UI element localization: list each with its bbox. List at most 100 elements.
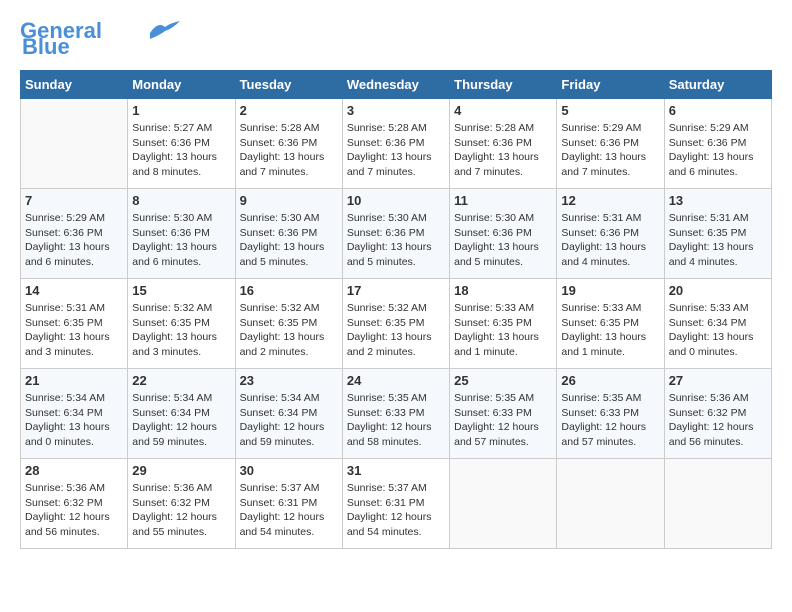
calendar-week-row: 14Sunrise: 5:31 AM Sunset: 6:35 PM Dayli… [21,279,772,369]
day-number: 7 [25,193,123,208]
day-info: Sunrise: 5:35 AM Sunset: 6:33 PM Dayligh… [347,391,445,450]
calendar-cell: 17Sunrise: 5:32 AM Sunset: 6:35 PM Dayli… [342,279,449,369]
calendar-cell: 11 Sunrise: 5:30 AM Sunset: 6:36 PM Dayli… [450,189,557,279]
calendar-cell: 9 Sunrise: 5:30 AM Sunset: 6:36 PM Daylig… [235,189,342,279]
day-info: Sunrise: 5:30 AM Sunset: 6:36 PM Dayligh… [454,211,552,270]
calendar-cell: 21 Sunrise: 5:34 AM Sunset: 6:34 PM Dayli… [21,369,128,459]
calendar-cell: 22 Sunrise: 5:34 AM Sunset: 6:34 PM Dayli… [128,369,235,459]
calendar-cell [557,459,664,549]
day-number: 13 [669,193,767,208]
day-number: 25 [454,373,552,388]
calendar-cell: 16 Sunrise: 5:32 AM Sunset: 6:35 PM Dayli… [235,279,342,369]
calendar-cell: 12 Sunrise: 5:31 AM Sunset: 6:36 PM Dayli… [557,189,664,279]
calendar-week-row: 21 Sunrise: 5:34 AM Sunset: 6:34 PM Dayli… [21,369,772,459]
day-info: Sunrise: 5:35 AM Sunset: 6:33 PM Dayligh… [454,391,552,450]
weekday-header-saturday: Saturday [664,71,771,99]
weekday-header-thursday: Thursday [450,71,557,99]
day-info: Sunrise: 5:28 AM Sunset: 6:36 PM Dayligh… [347,121,445,180]
weekday-header-row: SundayMondayTuesdayWednesdayThursdayFrid… [21,71,772,99]
day-info: Sunrise: 5:29 AM Sunset: 6:36 PM Dayligh… [561,121,659,180]
calendar-week-row: 28 Sunrise: 5:36 AM Sunset: 6:32 PM Dayli… [21,459,772,549]
calendar-cell: 20 Sunrise: 5:33 AM Sunset: 6:34 PM Dayli… [664,279,771,369]
calendar-cell: 14Sunrise: 5:31 AM Sunset: 6:35 PM Dayli… [21,279,128,369]
logo: General Blue [20,20,180,60]
calendar-cell: 10 Sunrise: 5:30 AM Sunset: 6:36 PM Dayli… [342,189,449,279]
day-number: 3 [347,103,445,118]
day-number: 24 [347,373,445,388]
calendar-week-row: 1 Sunrise: 5:27 AM Sunset: 6:36 PM Daylig… [21,99,772,189]
calendar-cell: 28 Sunrise: 5:36 AM Sunset: 6:32 PM Dayli… [21,459,128,549]
day-number: 5 [561,103,659,118]
day-number: 29 [132,463,230,478]
day-number: 28 [25,463,123,478]
day-number: 2 [240,103,338,118]
day-number: 8 [132,193,230,208]
day-info: Sunrise: 5:30 AM Sunset: 6:36 PM Dayligh… [132,211,230,270]
weekday-header-tuesday: Tuesday [235,71,342,99]
day-info: Sunrise: 5:36 AM Sunset: 6:32 PM Dayligh… [669,391,767,450]
day-info: Sunrise: 5:29 AM Sunset: 6:36 PM Dayligh… [25,211,123,270]
day-info: Sunrise: 5:36 AM Sunset: 6:32 PM Dayligh… [132,481,230,540]
day-info: Sunrise: 5:27 AM Sunset: 6:36 PM Dayligh… [132,121,230,180]
calendar-cell: 26 Sunrise: 5:35 AM Sunset: 6:33 PM Dayli… [557,369,664,459]
day-number: 11 [454,193,552,208]
day-info: Sunrise: 5:28 AM Sunset: 6:36 PM Dayligh… [454,121,552,180]
day-info: Sunrise: 5:30 AM Sunset: 6:36 PM Dayligh… [347,211,445,270]
day-number: 15 [132,283,230,298]
day-info: Sunrise: 5:31 AM Sunset: 6:36 PM Dayligh… [561,211,659,270]
day-info: Sunrise: 5:34 AM Sunset: 6:34 PM Dayligh… [132,391,230,450]
calendar-week-row: 7 Sunrise: 5:29 AM Sunset: 6:36 PM Daylig… [21,189,772,279]
day-info: Sunrise: 5:34 AM Sunset: 6:34 PM Dayligh… [240,391,338,450]
calendar-cell: 18Sunrise: 5:33 AM Sunset: 6:35 PM Dayli… [450,279,557,369]
day-number: 22 [132,373,230,388]
day-info: Sunrise: 5:31 AM Sunset: 6:35 PM Dayligh… [669,211,767,270]
weekday-header-wednesday: Wednesday [342,71,449,99]
day-number: 14 [25,283,123,298]
day-number: 9 [240,193,338,208]
day-info: Sunrise: 5:36 AM Sunset: 6:32 PM Dayligh… [25,481,123,540]
calendar-cell: 7 Sunrise: 5:29 AM Sunset: 6:36 PM Daylig… [21,189,128,279]
day-info: Sunrise: 5:33 AM Sunset: 6:35 PM Dayligh… [561,301,659,360]
day-info: Sunrise: 5:28 AM Sunset: 6:36 PM Dayligh… [240,121,338,180]
calendar-cell: 3 Sunrise: 5:28 AM Sunset: 6:36 PM Daylig… [342,99,449,189]
day-number: 21 [25,373,123,388]
day-number: 26 [561,373,659,388]
calendar-cell: 31Sunrise: 5:37 AM Sunset: 6:31 PM Dayli… [342,459,449,549]
calendar-cell: 15Sunrise: 5:32 AM Sunset: 6:35 PM Dayli… [128,279,235,369]
day-info: Sunrise: 5:34 AM Sunset: 6:34 PM Dayligh… [25,391,123,450]
day-info: Sunrise: 5:32 AM Sunset: 6:35 PM Dayligh… [347,301,445,360]
day-info: Sunrise: 5:33 AM Sunset: 6:35 PM Dayligh… [454,301,552,360]
day-number: 10 [347,193,445,208]
day-info: Sunrise: 5:33 AM Sunset: 6:34 PM Dayligh… [669,301,767,360]
day-number: 1 [132,103,230,118]
calendar-cell: 24 Sunrise: 5:35 AM Sunset: 6:33 PM Dayli… [342,369,449,459]
day-number: 23 [240,373,338,388]
calendar-cell: 2 Sunrise: 5:28 AM Sunset: 6:36 PM Daylig… [235,99,342,189]
calendar-cell: 5 Sunrise: 5:29 AM Sunset: 6:36 PM Daylig… [557,99,664,189]
logo-bird-icon [150,21,180,39]
day-number: 4 [454,103,552,118]
day-number: 20 [669,283,767,298]
calendar-cell: 30 Sunrise: 5:37 AM Sunset: 6:31 PM Dayli… [235,459,342,549]
calendar-cell: 29 Sunrise: 5:36 AM Sunset: 6:32 PM Dayli… [128,459,235,549]
day-number: 6 [669,103,767,118]
calendar-cell: 13 Sunrise: 5:31 AM Sunset: 6:35 PM Dayli… [664,189,771,279]
day-info: Sunrise: 5:37 AM Sunset: 6:31 PM Dayligh… [240,481,338,540]
weekday-header-monday: Monday [128,71,235,99]
day-number: 19 [561,283,659,298]
calendar-cell: 8 Sunrise: 5:30 AM Sunset: 6:36 PM Daylig… [128,189,235,279]
day-number: 30 [240,463,338,478]
calendar-cell: 6 Sunrise: 5:29 AM Sunset: 6:36 PM Daylig… [664,99,771,189]
logo-blue: Blue [22,34,70,60]
calendar-cell [450,459,557,549]
day-number: 16 [240,283,338,298]
day-number: 12 [561,193,659,208]
calendar-cell: 23 Sunrise: 5:34 AM Sunset: 6:34 PM Dayli… [235,369,342,459]
day-info: Sunrise: 5:29 AM Sunset: 6:36 PM Dayligh… [669,121,767,180]
day-info: Sunrise: 5:35 AM Sunset: 6:33 PM Dayligh… [561,391,659,450]
calendar-cell: 27 Sunrise: 5:36 AM Sunset: 6:32 PM Dayli… [664,369,771,459]
day-info: Sunrise: 5:30 AM Sunset: 6:36 PM Dayligh… [240,211,338,270]
calendar-table: SundayMondayTuesdayWednesdayThursdayFrid… [20,70,772,549]
day-number: 27 [669,373,767,388]
day-info: Sunrise: 5:32 AM Sunset: 6:35 PM Dayligh… [240,301,338,360]
